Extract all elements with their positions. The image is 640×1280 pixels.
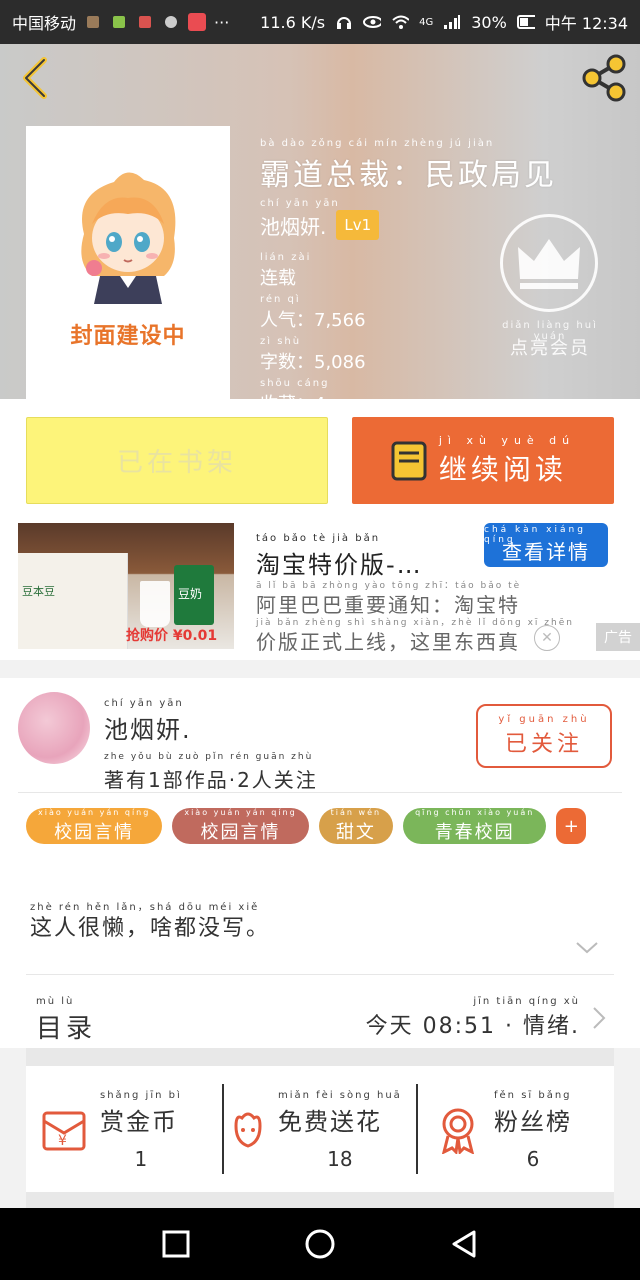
circle-icon bbox=[305, 1229, 335, 1259]
flower-icon bbox=[234, 1112, 262, 1148]
chevron-right-icon bbox=[593, 1007, 606, 1029]
home-button[interactable] bbox=[304, 1228, 336, 1260]
divider bbox=[416, 1084, 418, 1174]
table-of-contents-link[interactable]: mù lù 目录 bbox=[36, 996, 96, 1045]
divider bbox=[18, 792, 622, 793]
system-nav-bar bbox=[0, 1208, 640, 1280]
favorites-stat: shōu cáng 收藏：4 bbox=[260, 378, 330, 399]
reward-strip: ¥ shǎng jīn bì 赏金币 1 miǎn fèi sòng huā 免… bbox=[26, 1066, 614, 1192]
tag-chip[interactable]: qīng chūn xiào yuán 青春校园 bbox=[403, 808, 547, 844]
wifi-icon bbox=[391, 13, 410, 31]
app-notification-icon bbox=[84, 13, 102, 31]
tag-chip[interactable]: tián wén 甜文 bbox=[318, 808, 394, 844]
square-icon bbox=[162, 1230, 190, 1258]
ad-banner[interactable]: 豆本豆 豆奶 抢购价 ¥0.01 táo bǎo tè jià bǎn 淘宝特价… bbox=[0, 523, 640, 660]
eye-icon bbox=[363, 13, 382, 31]
shopping-app-icon bbox=[188, 13, 207, 31]
avatar[interactable] bbox=[18, 692, 90, 764]
book-header: 封面建设中 bà dào zǒng cái mín zhèng jú jiàn … bbox=[0, 44, 640, 399]
ad-view-details-button[interactable]: chá kàn xiáng qíng 查看详情 bbox=[484, 523, 608, 567]
latest-chapter[interactable]: jīn tiān qíng xù 今天 08:51 · 情绪. bbox=[366, 996, 606, 1040]
app-notification-icon bbox=[136, 13, 154, 31]
book-cover[interactable]: 封面建设中 bbox=[26, 126, 230, 399]
action-bar: 已在书架 jì xù yuè dú 继续阅读 bbox=[0, 399, 640, 523]
back-nav-button[interactable] bbox=[448, 1228, 480, 1260]
author-card: chí yān yān 池烟妍. zhe yǒu bù zuò pǐn rén … bbox=[0, 660, 640, 1048]
vip-badge[interactable]: diǎn liàng huì yuán 点亮会员 bbox=[500, 214, 600, 360]
book-title: 霸道总裁：民政局见 bbox=[260, 158, 557, 193]
followed-button[interactable]: yǐ guān zhù 已关注 bbox=[476, 704, 612, 768]
cover-caption: 封面建设中 bbox=[70, 324, 186, 349]
app-notification-icon bbox=[110, 13, 128, 31]
section-spacer bbox=[26, 1048, 614, 1066]
ad-label: 广告 bbox=[596, 623, 640, 651]
title-pinyin: bà dào zǒng cái mín zhèng jú jiàn bbox=[260, 138, 495, 149]
continue-reading-label: 继续阅读 bbox=[438, 452, 567, 486]
continue-reading-button[interactable]: jì xù yuè dú 继续阅读 bbox=[352, 417, 614, 504]
close-icon: ✕ bbox=[541, 630, 553, 646]
anime-girl-illustration bbox=[81, 172, 176, 304]
ad-description: ā lǐ bā bā zhòng yào tōng zhī：táo bǎo tè… bbox=[256, 581, 574, 654]
author-pinyin: chí yān yān bbox=[260, 198, 340, 209]
carrier-label: 中国移动 bbox=[12, 14, 77, 33]
divider bbox=[26, 974, 614, 975]
divider bbox=[222, 1084, 224, 1174]
author-card-name[interactable]: chí yān yān 池烟妍. bbox=[104, 698, 192, 745]
author-name[interactable]: 池烟妍. bbox=[260, 211, 326, 240]
book-icon bbox=[391, 441, 427, 480]
medal-icon bbox=[441, 1108, 475, 1154]
author-card-summary: zhe yǒu bù zuò pǐn rén guān zhù 著有1部作品·2… bbox=[104, 752, 318, 792]
on-shelf-button[interactable]: 已在书架 bbox=[26, 417, 328, 504]
headset-icon bbox=[335, 13, 353, 31]
ad-title[interactable]: táo bǎo tè jià bǎn 淘宝特价版-… bbox=[256, 533, 423, 580]
chevron-left-icon bbox=[23, 57, 47, 99]
battery-percent: 30% bbox=[471, 12, 507, 32]
back-button[interactable] bbox=[16, 54, 56, 102]
tag-chip[interactable]: xiào yuán yán qíng 校园言情 bbox=[26, 808, 163, 844]
ad-close-button[interactable]: ✕ bbox=[534, 625, 560, 651]
red-envelope-icon: ¥ bbox=[42, 1111, 86, 1151]
level-badge: Lv1 bbox=[336, 210, 380, 240]
recents-button[interactable] bbox=[160, 1228, 192, 1260]
send-flower-button[interactable]: miǎn fèi sòng huā 免费送花 18 bbox=[228, 1082, 402, 1178]
share-button[interactable] bbox=[580, 54, 628, 102]
signal-icon bbox=[443, 13, 461, 31]
share-icon bbox=[582, 54, 626, 102]
add-tag-button[interactable]: + bbox=[556, 808, 587, 844]
crown-icon bbox=[518, 239, 580, 289]
tag-chip[interactable]: xiào yuán yán qíng 校园言情 bbox=[172, 808, 309, 844]
tag-list: xiào yuán yán qíng 校园言情 xiào yuán yán qín… bbox=[26, 808, 587, 844]
network-type: 4G bbox=[419, 16, 434, 28]
ad-image[interactable]: 豆本豆 豆奶 抢购价 ¥0.01 bbox=[18, 523, 234, 649]
chevron-down-icon bbox=[576, 942, 598, 954]
svg-text:¥: ¥ bbox=[58, 1133, 67, 1149]
reward-coins-button[interactable]: ¥ shǎng jīn bì 赏金币 1 bbox=[40, 1082, 182, 1178]
more-notifications-icon: ··· bbox=[214, 12, 230, 32]
app-notification-icon bbox=[162, 13, 180, 31]
clock: 中午 12:34 bbox=[544, 14, 628, 33]
author-intro: zhè rén hěn lǎn，shá dōu méi xiě 这人很懒，啥都没… bbox=[30, 902, 271, 941]
book-detail-page: 中国移动 ··· 11.6 K/s 4G 30% 中午 12:34 封面建设中 … bbox=[0, 0, 640, 1280]
status-bar: 中国移动 ··· 11.6 K/s 4G 30% 中午 12:34 bbox=[0, 0, 640, 44]
expand-intro-button[interactable] bbox=[574, 940, 600, 956]
network-speed: 11.6 K/s bbox=[260, 12, 326, 32]
fan-ranking-button[interactable]: fěn sī bǎng 粉丝榜 6 bbox=[436, 1082, 572, 1178]
section-spacer bbox=[26, 1192, 614, 1208]
battery-icon bbox=[516, 13, 535, 31]
triangle-back-icon bbox=[452, 1230, 476, 1258]
